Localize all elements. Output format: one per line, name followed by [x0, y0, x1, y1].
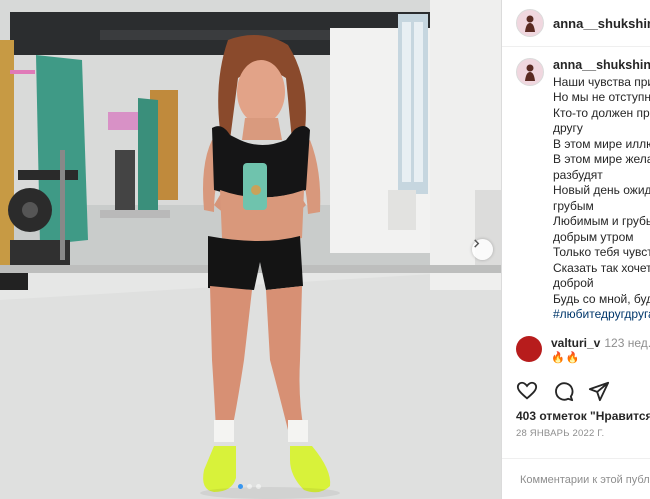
like-button[interactable]: [516, 380, 538, 402]
add-comment-area: [502, 458, 650, 499]
commenter-username[interactable]: valturi_v: [551, 336, 600, 350]
caption-line: Только тебя чувств: [553, 245, 650, 259]
caption-line: грубым: [553, 198, 594, 213]
avatar-silhouette-icon: [525, 15, 535, 32]
caption-line: Сказать так хочетс: [553, 260, 650, 275]
post-date: 28 ЯНВАРЬ 2022 Г.: [516, 428, 605, 439]
carousel-dot: [238, 484, 243, 489]
next-chevron-icon: [474, 239, 480, 248]
author-username[interactable]: anna__shukshina: [553, 16, 650, 31]
caption-line: В этом мире желан: [553, 152, 650, 166]
comment-input[interactable]: [518, 473, 650, 487]
share-icon: [588, 381, 610, 402]
carousel-indicator: [238, 484, 261, 489]
caption-line: Новый день ожида: [553, 183, 650, 197]
hashtag-link[interactable]: #любитедругдруга: [553, 307, 650, 323]
caption-line: В этом мире иллюз: [553, 136, 650, 151]
caption-line: другу: [553, 121, 583, 135]
caption-line: Но мы не отступны: [553, 90, 650, 104]
likes-count[interactable]: 403 отметок "Нравится": [516, 409, 650, 423]
comment-text: 🔥🔥: [551, 352, 581, 364]
post-caption: anna__shukshina1 Наши чувства прит Но мы…: [516, 58, 650, 323]
comment-icon: [555, 382, 574, 402]
post-side-panel: anna__shukshina • anna__shukshina1 Наши …: [501, 0, 650, 499]
caption-line: Кто-то должен при: [553, 105, 650, 120]
comment-button[interactable]: [552, 380, 574, 402]
caption-line: Будь со мной, будь: [553, 291, 650, 306]
comment-item: valturi_v 123 нед. 🔥🔥: [516, 336, 650, 366]
caption-avatar[interactable]: [516, 58, 544, 86]
post-photo[interactable]: [0, 0, 501, 499]
caption-line: Наши чувства прит: [553, 74, 650, 89]
caption-line: Любимым и грубы: [553, 214, 650, 228]
carousel-dot: [247, 484, 252, 489]
author-avatar[interactable]: [516, 9, 544, 37]
post-header: anna__shukshina •: [502, 0, 650, 47]
carousel-dot: [256, 484, 261, 489]
heart-icon: [516, 381, 538, 400]
avatar-silhouette-icon: [525, 64, 535, 81]
post-actions: [516, 380, 610, 402]
caption-line: разбудят: [553, 167, 603, 182]
caption-line: доброй: [553, 276, 594, 290]
commenter-avatar[interactable]: [516, 336, 542, 362]
share-button[interactable]: [588, 380, 610, 402]
caption-lines: Наши чувства прит Но мы не отступны Кто-…: [553, 75, 650, 323]
comment-time: 123 нед.: [604, 336, 650, 350]
caption-line: добрым утром: [553, 229, 634, 244]
caption-author[interactable]: anna__shukshina: [553, 58, 650, 72]
next-slide-button[interactable]: [472, 239, 493, 260]
gym-mirror-selfie-image: [0, 0, 501, 499]
